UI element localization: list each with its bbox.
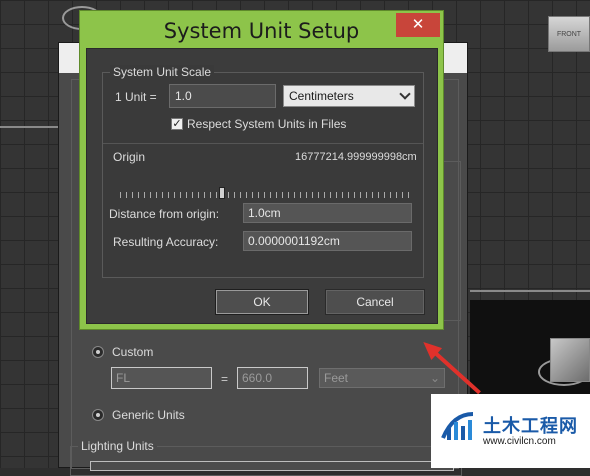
custom-radio-row[interactable]: Custom [92,345,153,359]
custom-unit-select[interactable]: Feet ⌄ [319,368,445,388]
generic-units-radio[interactable] [92,409,104,421]
unit-label: 1 Unit = [115,90,157,104]
system-unit-setup-dialog: System Unit Setup ✕ System Unit Scale 1 … [79,10,444,330]
viewport-cube-object [550,338,590,382]
accuracy-label: Resulting Accuracy: [113,235,219,249]
origin-value: 16777214.999999998cm [295,151,417,163]
dialog-title: System Unit Setup [163,19,360,43]
viewcube[interactable]: FRONT [548,16,590,52]
close-icon: ✕ [411,16,425,33]
watermark: 土木工程网 www.civilcn.com [431,394,590,468]
unit-select[interactable]: Centimeters [283,85,415,107]
respect-units-label: Respect System Units in Files [187,117,347,131]
system-unit-scale-group: System Unit Scale 1 Unit = 1.0 Centimete… [102,65,424,278]
watermark-logo-icon [441,412,474,440]
group-separator [103,143,423,144]
unit-select-value: Centimeters [289,89,354,103]
check-icon: ✓ [172,118,182,130]
lighting-units-label: Lighting Units [78,439,157,453]
viewport-divider [470,290,590,292]
custom-unit-value: Feet [324,371,349,385]
close-button[interactable]: ✕ [396,13,440,37]
origin-slider[interactable] [120,192,410,198]
distance-label: Distance from origin: [109,207,220,221]
watermark-cn-text: 土木工程网 [483,416,578,437]
custom-radio[interactable] [92,346,104,358]
custom-value-field[interactable]: 660.0 [237,367,308,389]
lighting-units-select[interactable] [90,461,454,471]
system-unit-scale-title: System Unit Scale [110,65,215,79]
equals-sign: = [221,372,229,386]
ok-button[interactable]: OK [215,289,309,315]
chevron-down-icon [399,88,411,100]
generic-units-label: Generic Units [112,408,185,422]
unit-value-input[interactable]: 1.0 [169,84,276,108]
watermark-url: www.civilcn.com [483,436,556,447]
viewport-divider [0,126,58,128]
respect-units-checkbox[interactable]: ✓ [171,118,183,130]
custom-name-field[interactable]: FL [111,367,212,389]
distance-field[interactable]: 1.0cm [243,203,412,223]
accuracy-field[interactable]: 0.0000001192cm [243,231,412,251]
dialog-body: System Unit Scale 1 Unit = 1.0 Centimete… [86,48,438,324]
cancel-button[interactable]: Cancel [325,289,425,315]
chevron-down-icon: ⌄ [429,371,440,385]
generic-units-radio-row[interactable]: Generic Units [92,408,185,422]
origin-label: Origin [113,150,146,164]
custom-radio-label: Custom [112,345,154,359]
origin-slider-handle[interactable] [219,187,225,199]
